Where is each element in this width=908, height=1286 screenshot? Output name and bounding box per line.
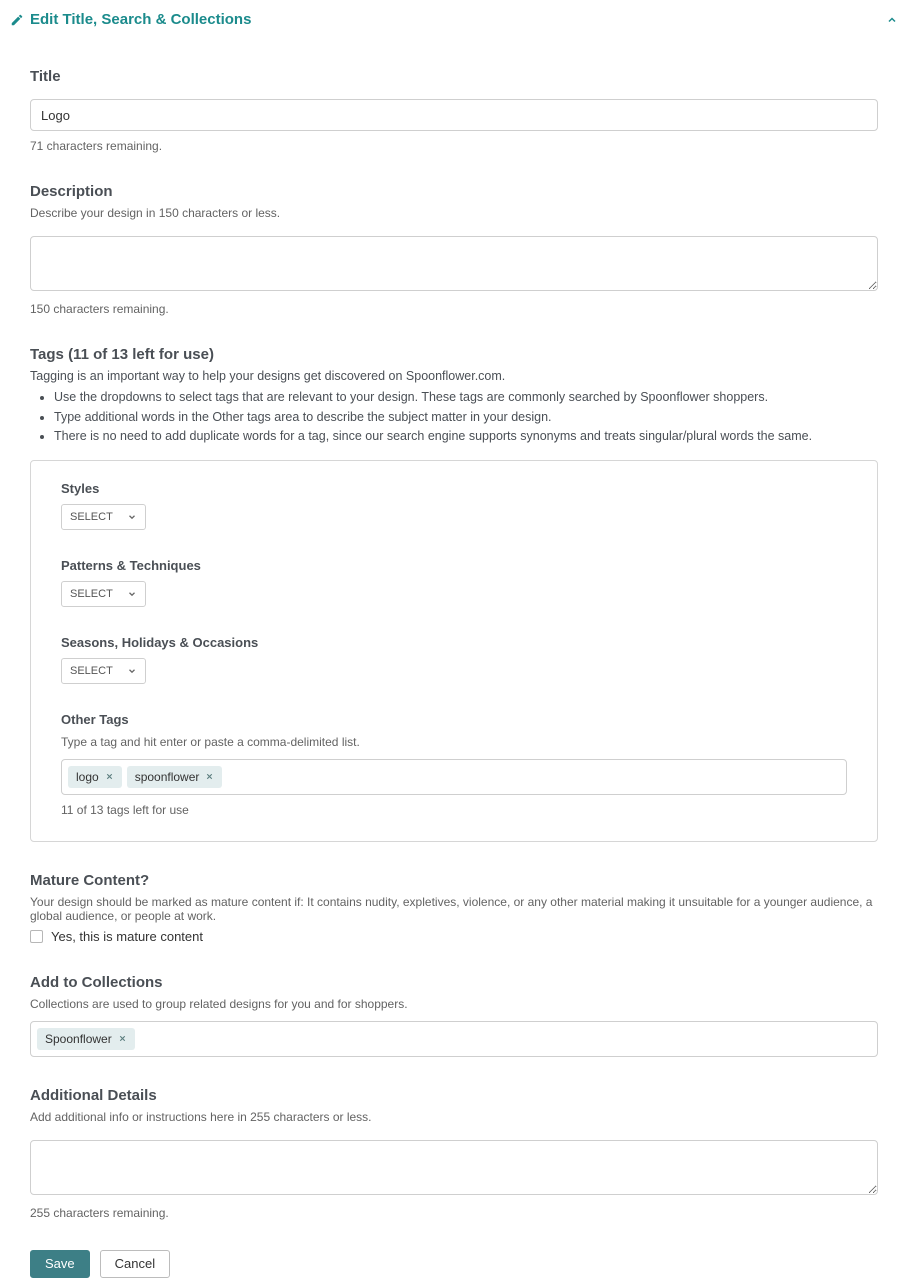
seasons-group: Seasons, Holidays & Occasions SELECT — [61, 635, 847, 684]
panel-header[interactable]: Edit Title, Search & Collections — [10, 8, 898, 38]
checkbox-icon[interactable] — [30, 930, 43, 943]
seasons-select[interactable]: SELECT — [61, 658, 146, 684]
panel-title: Edit Title, Search & Collections — [30, 11, 886, 28]
tags-bullet-0: Use the dropdowns to select tags that ar… — [54, 389, 878, 407]
tag-chip-spoonflower: spoonflower — [127, 766, 223, 788]
details-textarea[interactable] — [30, 1140, 878, 1195]
tags-intro: Tagging is an important way to help your… — [30, 369, 878, 383]
close-icon[interactable] — [118, 1034, 127, 1043]
styles-select[interactable]: SELECT — [61, 504, 146, 530]
title-remaining: 71 characters remaining. — [30, 139, 878, 153]
mature-subtext: Your design should be marked as mature c… — [30, 895, 878, 923]
chip-label: spoonflower — [135, 770, 200, 784]
seasons-select-value: SELECT — [70, 665, 113, 677]
other-tags-group: Other Tags Type a tag and hit enter or p… — [61, 712, 847, 817]
styles-label: Styles — [61, 481, 847, 496]
tags-bullet-2: There is no need to add duplicate words … — [54, 428, 878, 446]
collections-heading: Add to Collections — [30, 974, 878, 991]
mature-checkbox-row[interactable]: Yes, this is mature content — [30, 929, 878, 944]
details-heading: Additional Details — [30, 1087, 878, 1104]
other-tags-input[interactable]: logo spoonflower — [61, 759, 847, 795]
cancel-button[interactable]: Cancel — [100, 1250, 170, 1278]
styles-select-value: SELECT — [70, 511, 113, 523]
seasons-label: Seasons, Holidays & Occasions — [61, 635, 847, 650]
collections-section: Add to Collections Collections are used … — [10, 974, 898, 1057]
tag-chip-logo: logo — [68, 766, 122, 788]
button-row: Save Cancel — [10, 1250, 898, 1278]
tags-frame: Styles SELECT Patterns & Techniques SELE… — [30, 460, 878, 842]
description-subtext: Describe your design in 150 characters o… — [30, 206, 878, 220]
chip-label: logo — [76, 770, 99, 784]
tags-bullet-1: Type additional words in the Other tags … — [54, 409, 878, 427]
patterns-group: Patterns & Techniques SELECT — [61, 558, 847, 607]
mature-section: Mature Content? Your design should be ma… — [10, 872, 898, 944]
close-icon[interactable] — [205, 772, 214, 781]
save-button[interactable]: Save — [30, 1250, 90, 1278]
patterns-select-value: SELECT — [70, 588, 113, 600]
pencil-edit-icon — [10, 13, 30, 27]
patterns-select[interactable]: SELECT — [61, 581, 146, 607]
other-tags-label: Other Tags — [61, 712, 847, 727]
details-section: Additional Details Add additional info o… — [10, 1087, 898, 1220]
close-icon[interactable] — [105, 772, 114, 781]
mature-checkbox-label: Yes, this is mature content — [51, 929, 203, 944]
details-remaining: 255 characters remaining. — [30, 1206, 878, 1220]
tags-section: Tags (11 of 13 left for use) Tagging is … — [10, 346, 898, 842]
title-heading: Title — [30, 68, 878, 85]
styles-group: Styles SELECT — [61, 481, 847, 530]
chevron-up-icon[interactable] — [886, 14, 898, 26]
chevron-down-icon — [127, 666, 137, 676]
patterns-label: Patterns & Techniques — [61, 558, 847, 573]
description-remaining: 150 characters remaining. — [30, 302, 878, 316]
description-textarea[interactable] — [30, 236, 878, 291]
description-section: Description Describe your design in 150 … — [10, 183, 898, 316]
tags-heading: Tags (11 of 13 left for use) — [30, 346, 878, 363]
other-tags-subtext: Type a tag and hit enter or paste a comm… — [61, 735, 847, 749]
title-input[interactable] — [30, 99, 878, 131]
title-section: Title 71 characters remaining. — [10, 68, 898, 153]
chevron-down-icon — [127, 589, 137, 599]
details-subtext: Add additional info or instructions here… — [30, 1110, 878, 1124]
chip-label: Spoonflower — [45, 1032, 112, 1046]
tags-bullets: Use the dropdowns to select tags that ar… — [30, 389, 878, 446]
collections-input[interactable]: Spoonflower — [30, 1021, 878, 1057]
collections-subtext: Collections are used to group related de… — [30, 997, 878, 1011]
collection-chip-spoonflower: Spoonflower — [37, 1028, 135, 1050]
other-tags-helper: 11 of 13 tags left for use — [61, 803, 847, 817]
chevron-down-icon — [127, 512, 137, 522]
description-heading: Description — [30, 183, 878, 200]
mature-heading: Mature Content? — [30, 872, 878, 889]
